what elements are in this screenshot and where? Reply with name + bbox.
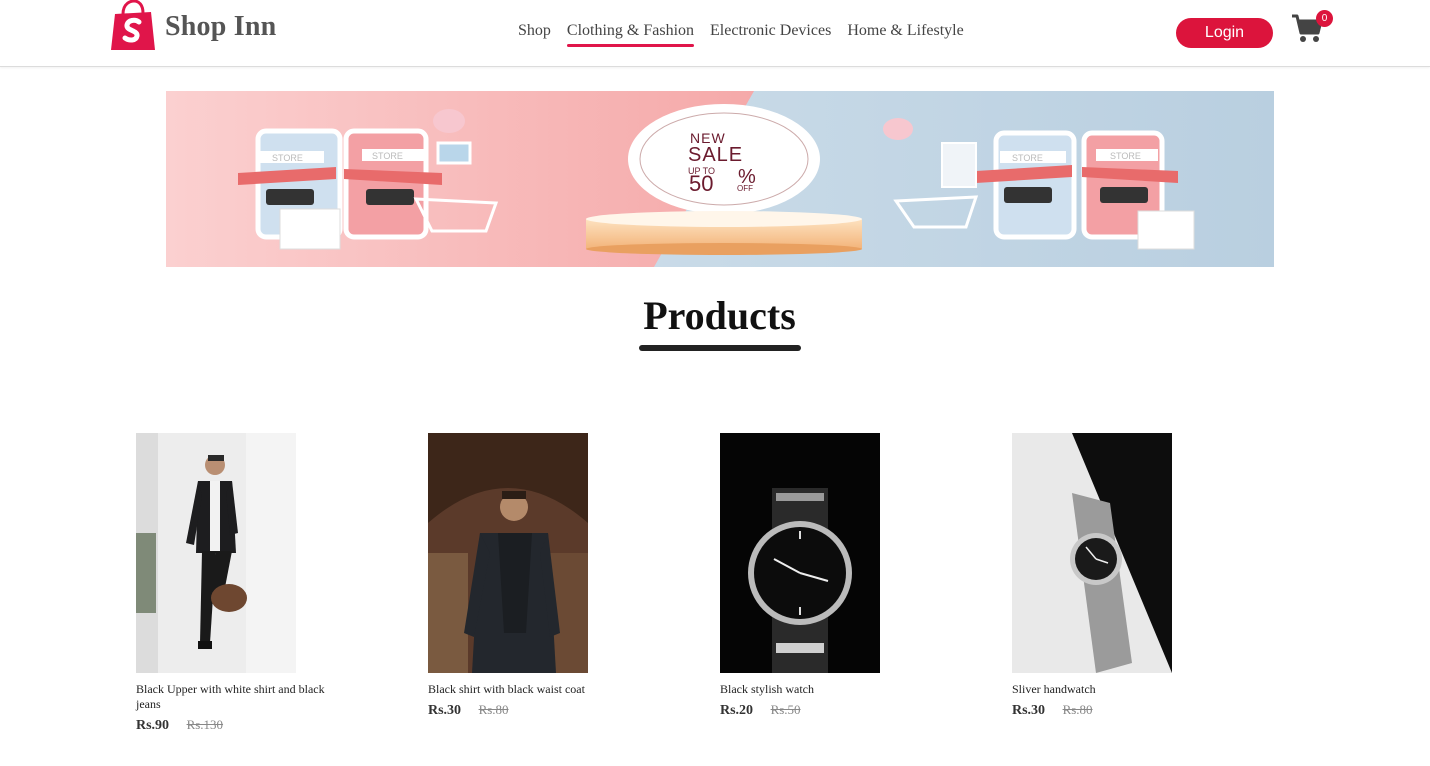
- banner-fifty-text: 50: [689, 171, 713, 196]
- product-prices: Rs.30 Rs.80: [428, 702, 648, 719]
- product-name[interactable]: Sliver handwatch: [1012, 682, 1222, 697]
- product-old-price: Rs.50: [770, 702, 801, 717]
- product-name[interactable]: Black Upper with white shirt and black j…: [136, 682, 346, 712]
- main-nav: Shop Clothing & Fashion Electronic Devic…: [518, 22, 980, 47]
- product-old-price: Rs.130: [186, 717, 224, 732]
- svg-text:STORE: STORE: [372, 151, 403, 161]
- nav-home-lifestyle[interactable]: Home & Lifestyle: [847, 22, 963, 43]
- banner-off-text: OFF: [737, 184, 753, 193]
- product-price: Rs.30: [1012, 703, 1046, 718]
- product-name[interactable]: Black stylish watch: [720, 682, 930, 697]
- product-price: Rs.20: [720, 703, 754, 718]
- site-header: Shop Inn Shop Clothing & Fashion Electro…: [0, 0, 1430, 67]
- product-old-price: Rs.80: [1062, 702, 1093, 717]
- svg-text:STORE: STORE: [272, 153, 303, 163]
- login-button[interactable]: Login: [1176, 18, 1273, 48]
- product-image[interactable]: [720, 433, 880, 673]
- svg-text:STORE: STORE: [1012, 153, 1043, 163]
- product-image[interactable]: [136, 433, 296, 673]
- cart-button[interactable]: 0: [1291, 10, 1333, 46]
- banner-sale-text: SALE: [688, 144, 743, 166]
- heading-underline: [639, 345, 801, 351]
- product-card[interactable]: Sliver handwatch Rs.30 Rs.80: [1012, 433, 1232, 719]
- nav-shop[interactable]: Shop: [518, 22, 551, 43]
- product-name[interactable]: Black shirt with black waist coat: [428, 682, 638, 697]
- nav-electronic-devices[interactable]: Electronic Devices: [710, 22, 831, 43]
- product-image[interactable]: [1012, 433, 1172, 673]
- brand-name: Shop Inn: [165, 10, 277, 42]
- product-card[interactable]: Black shirt with black waist coat Rs.30 …: [428, 433, 648, 719]
- product-price: Rs.90: [136, 718, 170, 733]
- product-prices: Rs.20 Rs.50: [720, 702, 940, 719]
- cart-count-badge: 0: [1316, 10, 1333, 27]
- nav-clothing-fashion[interactable]: Clothing & Fashion: [566, 22, 695, 47]
- shopping-bag-logo-icon: [111, 0, 155, 50]
- product-card[interactable]: Black stylish watch Rs.20 Rs.50: [720, 433, 940, 719]
- product-price: Rs.30: [428, 703, 462, 718]
- product-prices: Rs.30 Rs.80: [1012, 702, 1232, 719]
- product-prices: Rs.90 Rs.130: [136, 717, 356, 734]
- product-old-price: Rs.80: [478, 702, 509, 717]
- products-heading: Products: [643, 293, 796, 338]
- product-card[interactable]: Black Upper with white shirt and black j…: [136, 433, 356, 734]
- svg-text:STORE: STORE: [1110, 151, 1141, 161]
- sale-banner-image: STORE STORE NEW SALE UP TO 50 % OFF STOR…: [166, 91, 1274, 267]
- brand-logo[interactable]: Shop Inn: [109, 0, 276, 53]
- sale-banner[interactable]: STORE STORE NEW SALE UP TO 50 % OFF STOR…: [166, 91, 1274, 267]
- product-image[interactable]: [428, 433, 588, 673]
